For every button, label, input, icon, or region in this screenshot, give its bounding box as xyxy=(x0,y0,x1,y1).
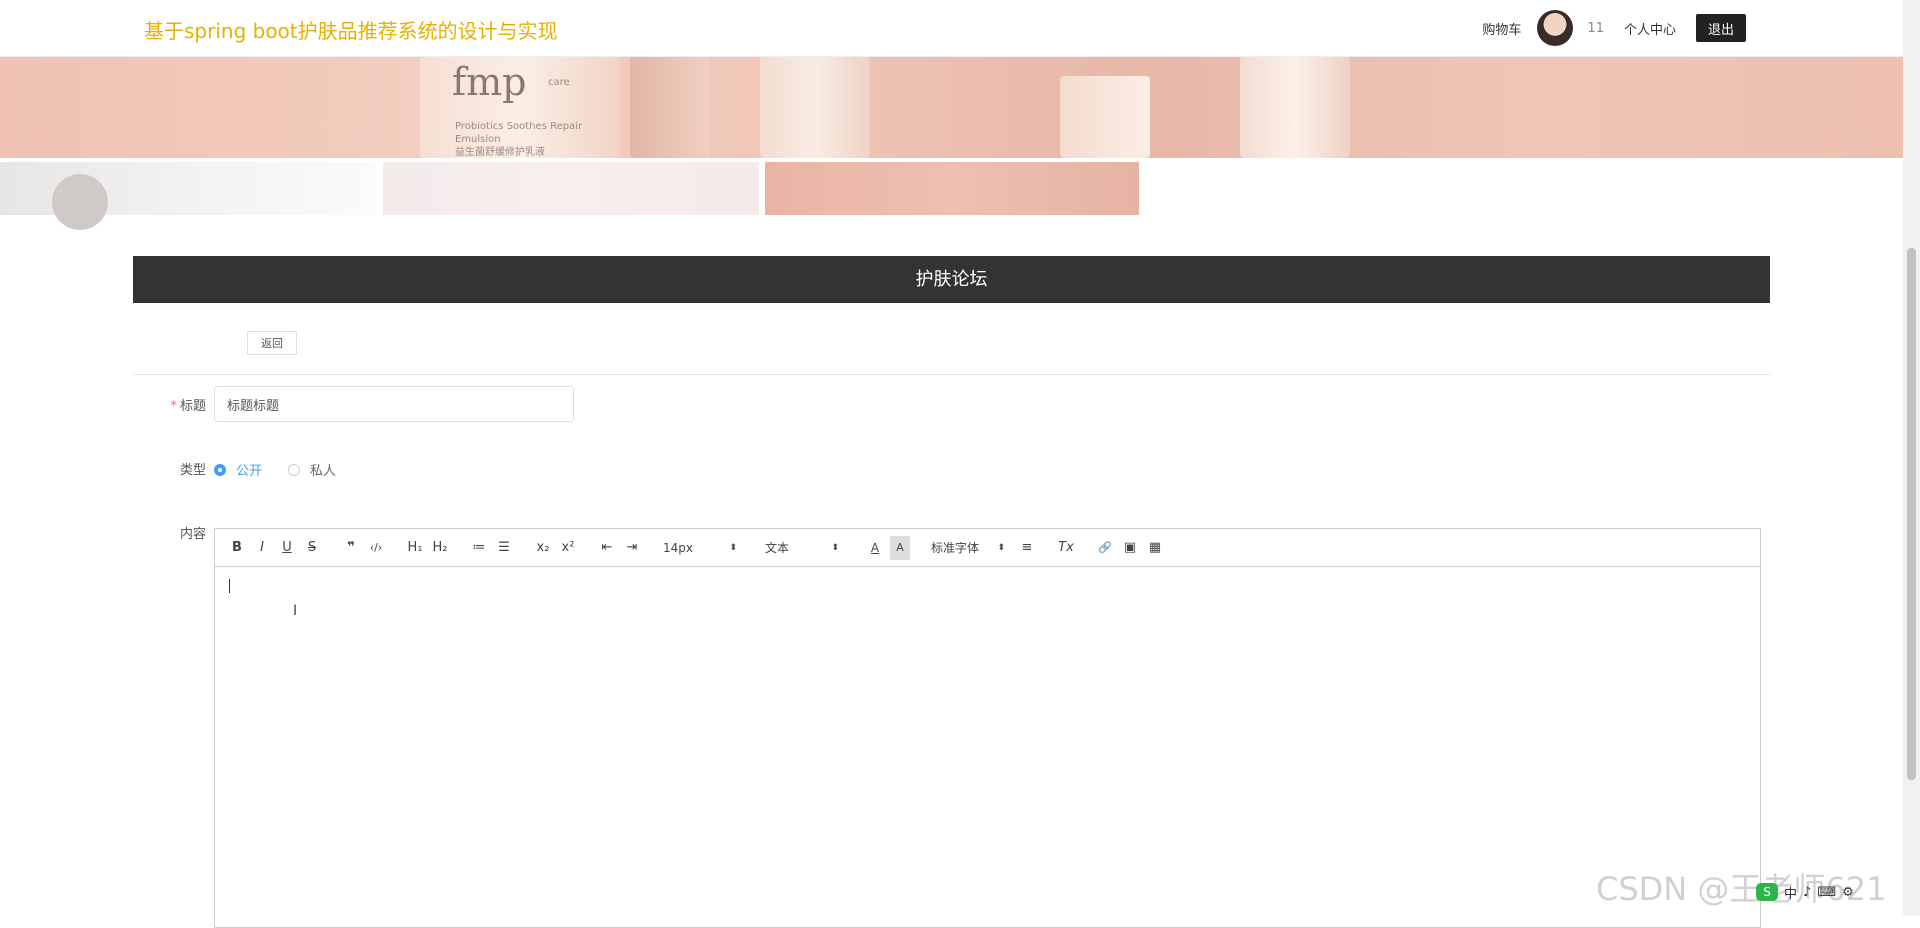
ime-settings-icon[interactable]: ⚙ xyxy=(1842,885,1854,900)
banner-carousel[interactable]: fmp care Probiotics Soothes Repair Emuls… xyxy=(0,56,1903,158)
video-icon[interactable]: ▦ xyxy=(1145,536,1165,560)
outdent-button[interactable]: ⇤ xyxy=(597,536,617,560)
font-size-select[interactable]: 14px ⬍ xyxy=(663,536,741,560)
scrollbar-thumb[interactable] xyxy=(1907,248,1916,780)
editor-content-area[interactable]: I xyxy=(215,567,1760,927)
font-family-value: 标准字体 xyxy=(931,541,980,555)
thumbnail-3[interactable] xyxy=(765,162,1139,215)
user-avatar[interactable] xyxy=(1537,10,1574,46)
site-title[interactable]: 基于spring boot护肤品推荐系统的设计与实现 xyxy=(144,15,558,44)
title-label-text: 标题 xyxy=(179,399,206,414)
ime-chinese-mode-icon[interactable]: 中 xyxy=(1784,883,1797,902)
italic-button[interactable]: I xyxy=(252,536,272,560)
top-nav-bar: 基于spring boot护肤品推荐系统的设计与实现 购物车 11 个人中心 退… xyxy=(0,0,1903,57)
back-button[interactable]: 返回 xyxy=(247,331,297,355)
product-line: Probiotics Soothes Repair xyxy=(455,121,583,132)
thumbnail-2[interactable] xyxy=(383,162,759,215)
product-image xyxy=(1240,56,1350,158)
brand-logo: fmp xyxy=(452,60,527,104)
bold-button[interactable]: B xyxy=(227,536,247,560)
banner-thumbnails xyxy=(0,162,1140,230)
font-family-select[interactable]: 标准字体 ⬍ xyxy=(931,536,1009,560)
product-line: 益生菌舒缓修护乳液 xyxy=(455,147,545,158)
bullet-list-button[interactable]: ☰ xyxy=(494,536,514,560)
blockquote-button[interactable]: ❞ xyxy=(341,536,361,560)
thumbnail-1[interactable] xyxy=(0,162,376,230)
h2-button[interactable]: H₂ xyxy=(430,536,450,560)
radio-public-dot[interactable] xyxy=(214,463,226,476)
page-scrollbar[interactable] xyxy=(1903,0,1920,916)
header-select[interactable]: 文本 ⬍ xyxy=(765,536,843,560)
h1-button[interactable]: H₁ xyxy=(405,536,425,560)
underline-button[interactable]: U xyxy=(277,536,297,560)
profile-link[interactable]: 个人中心 xyxy=(1624,19,1676,38)
rich-text-editor[interactable]: B I U S ❞ ‹/› H₁ H₂ ≔ ☰ x₂ x² ⇤ ⇥ 14px ⬍ … xyxy=(214,528,1761,928)
background-color-button[interactable]: A xyxy=(890,535,910,560)
product-line: Emulsion xyxy=(455,134,501,145)
username: 11 xyxy=(1587,20,1604,36)
title-label: * 标题 xyxy=(160,395,206,414)
strike-button[interactable]: S xyxy=(302,536,322,560)
content-label: 内容 xyxy=(179,527,206,542)
select-arrow-icon: ⬍ xyxy=(729,542,737,553)
superscript-button[interactable]: x² xyxy=(558,536,578,560)
ordered-list-button[interactable]: ≔ xyxy=(469,536,489,560)
ibeam-cursor-icon: I xyxy=(293,603,298,619)
image-icon[interactable]: ▣ xyxy=(1120,536,1140,560)
ime-keyboard-icon[interactable]: ⌨ xyxy=(1817,885,1836,900)
radio-private-dot[interactable] xyxy=(288,463,300,476)
cart-link[interactable]: 购物车 xyxy=(1482,19,1521,38)
radio-private[interactable]: 私人 xyxy=(288,460,336,479)
align-button[interactable]: ≡ xyxy=(1017,536,1037,560)
indent-button[interactable]: ⇥ xyxy=(622,536,642,560)
font-size-value: 14px xyxy=(663,540,693,555)
select-arrow-icon: ⬍ xyxy=(831,542,839,553)
section-title: 护肤论坛 xyxy=(133,256,1770,303)
select-arrow-icon: ⬍ xyxy=(997,542,1005,553)
text-caret xyxy=(229,579,230,593)
subscript-button[interactable]: x₂ xyxy=(533,536,553,560)
font-color-button[interactable]: A xyxy=(865,536,885,560)
title-input[interactable] xyxy=(214,386,574,422)
link-icon[interactable]: 🔗 xyxy=(1095,536,1115,560)
header-value: 文本 xyxy=(765,541,790,555)
radio-private-label: 私人 xyxy=(310,464,337,479)
product-image xyxy=(1060,76,1150,158)
editor-toolbar: B I U S ❞ ‹/› H₁ H₂ ≔ ☰ x₂ x² ⇤ ⇥ 14px ⬍ … xyxy=(215,529,1760,567)
product-image xyxy=(630,56,710,158)
sogou-ime-icon[interactable]: S xyxy=(1756,883,1778,901)
type-label: 类型 xyxy=(179,463,206,478)
radio-public-label: 公开 xyxy=(236,464,263,479)
logout-button[interactable]: 退出 xyxy=(1695,14,1746,42)
brand-sub: care xyxy=(548,77,570,88)
user-nav: 购物车 11 个人中心 退出 xyxy=(1462,8,1746,48)
required-mark: * xyxy=(170,399,177,414)
code-block-button[interactable]: ‹/› xyxy=(366,536,386,560)
product-image xyxy=(760,56,870,158)
clean-format-button[interactable]: Tx xyxy=(1056,536,1076,560)
ime-tray: S 中 ♪ ⌨ ⚙ xyxy=(1756,878,1854,906)
ime-punctuation-icon[interactable]: ♪ xyxy=(1803,885,1811,900)
divider xyxy=(133,374,1770,375)
radio-public[interactable]: 公开 xyxy=(214,460,262,479)
